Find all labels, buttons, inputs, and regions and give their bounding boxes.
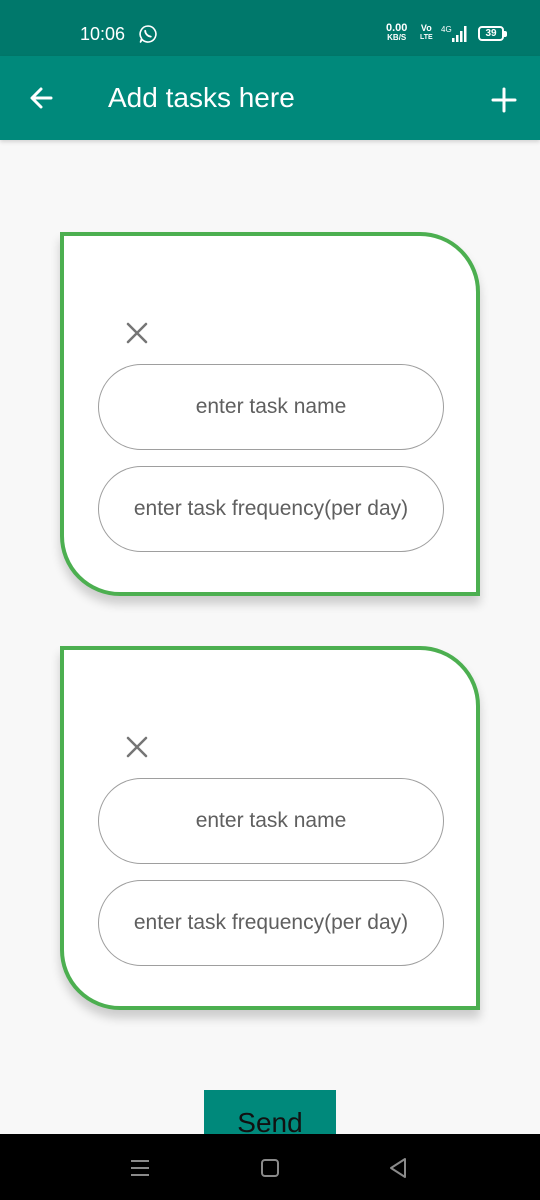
close-icon[interactable] [122, 732, 152, 762]
net-speed-unit: KB/S [387, 33, 407, 42]
network-type: 4G [441, 25, 452, 34]
home-icon[interactable] [256, 1154, 284, 1182]
status-time: 10:06 [80, 24, 126, 44]
task-name-input[interactable] [98, 364, 444, 450]
volte-top: Vo [420, 23, 432, 33]
task-card [60, 646, 480, 1010]
task-frequency-input[interactable] [98, 466, 444, 552]
arrow-left-icon[interactable] [24, 80, 60, 116]
volte-bottom: LTE [420, 34, 433, 41]
menu-icon[interactable] [126, 1154, 154, 1182]
status-bar: 10:06 0.00 KB/S Vo LTE 4G 39 [0, 0, 540, 56]
net-speed-value: 0.00 [386, 22, 408, 34]
battery-icon: 39 [478, 26, 507, 41]
close-icon[interactable] [122, 318, 152, 348]
page-title: Add tasks here [108, 82, 295, 113]
back-icon[interactable] [384, 1154, 412, 1182]
volte-indicator: Vo LTE [420, 24, 433, 42]
whatsapp-icon [139, 25, 157, 43]
task-frequency-input[interactable] [98, 880, 444, 966]
app-bar: Add tasks here [0, 56, 540, 140]
task-name-input[interactable] [98, 778, 444, 864]
task-card [60, 232, 480, 596]
plus-icon[interactable] [486, 82, 522, 118]
net-speed: 0.00 KB/S [386, 22, 408, 43]
signal-icon: 4G [441, 25, 467, 42]
navigation-bar [0, 1134, 540, 1200]
